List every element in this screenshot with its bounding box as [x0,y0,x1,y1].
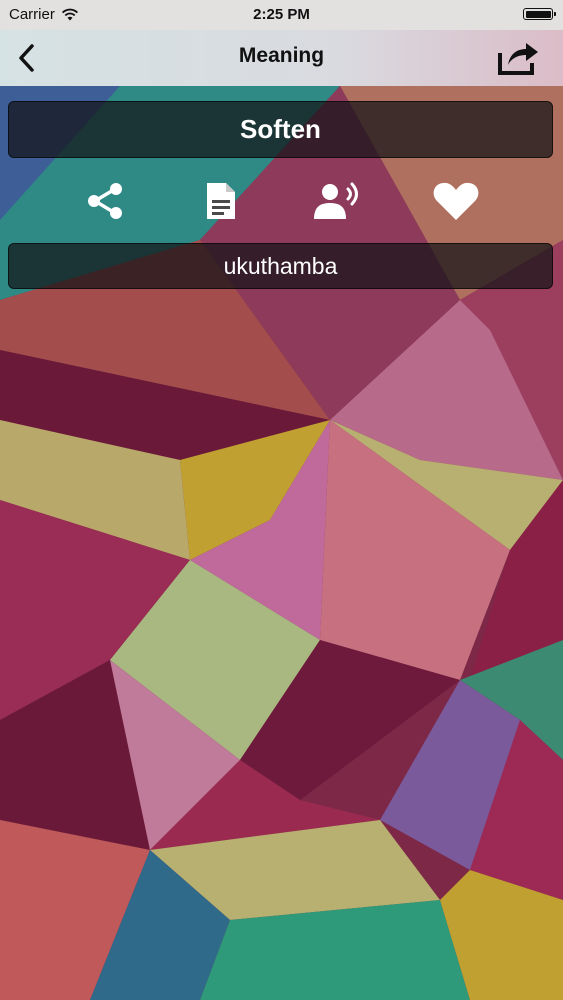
meaning-text: ukuthamba [223,252,338,279]
share-button[interactable] [79,178,131,224]
navigation-bar: Meaning [0,30,563,86]
battery-icon [523,8,556,20]
status-time: 2:25 PM [253,6,310,23]
document-icon [207,183,235,219]
share-icon [88,183,122,219]
share-export-button[interactable] [495,38,541,78]
word-panel: Soften [8,101,553,158]
heart-icon [433,182,479,220]
share-box-icon [498,43,538,75]
word-text: Soften [240,114,321,144]
status-bar: Carrier 2:25 PM [0,0,563,30]
meaning-screen: Carrier 2:25 PM Meaning Soften ukuthamba [0,0,563,1000]
speaker-person-icon [314,182,358,219]
copy-button[interactable] [195,178,247,224]
favorite-button[interactable] [430,178,482,224]
page-title: Meaning [238,44,325,67]
meaning-panel: ukuthamba [8,243,553,289]
speak-button[interactable] [312,178,364,224]
